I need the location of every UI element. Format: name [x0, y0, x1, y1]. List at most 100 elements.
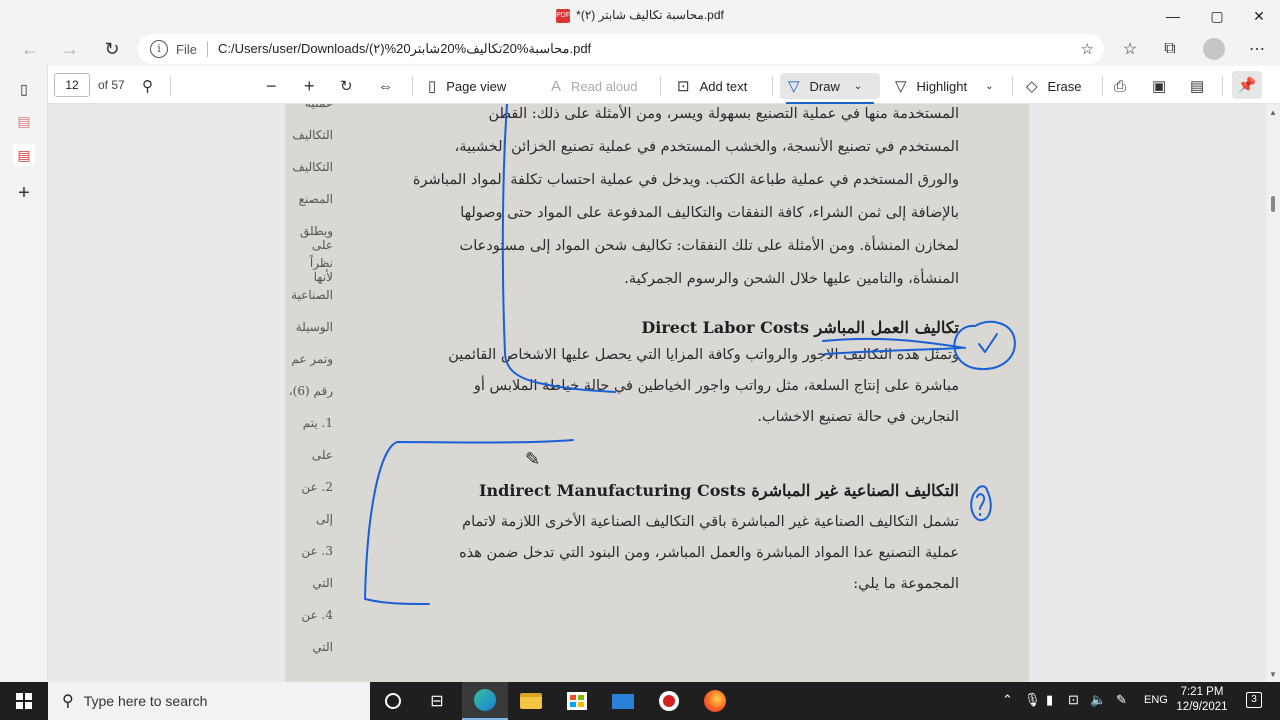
firefox-icon[interactable] [692, 682, 738, 720]
scroll-down-icon[interactable]: ▼ [1269, 670, 1277, 679]
title-bar: PDF *محاسبة تكاليف شابتر (٢).pdf — ▢ ✕ [0, 0, 1280, 32]
scroll-up-icon[interactable]: ▲ [1269, 108, 1277, 117]
new-tab-icon[interactable]: + [13, 182, 35, 204]
toolbar-divider [412, 76, 413, 96]
network-icon[interactable]: ⊡ [1068, 692, 1079, 708]
erase-label: Erase [1047, 78, 1082, 94]
clock[interactable]: 7:21 PM 12/9/2021 [1166, 685, 1238, 715]
close-button[interactable]: ✕ [1236, 0, 1280, 32]
minimize-button[interactable]: — [1150, 0, 1196, 32]
read-aloud-icon: A [551, 77, 562, 95]
pdf-file-icon: PDF [556, 8, 571, 23]
collections-icon[interactable]: ⧉ [1156, 36, 1184, 62]
highlight-label: Highlight [916, 78, 968, 94]
add-text-label: Add text [699, 78, 748, 94]
toolbar-divider [1222, 76, 1223, 96]
refresh-button[interactable]: ↻ [96, 35, 128, 63]
back-button[interactable]: ← [14, 35, 46, 63]
pdf-page: عمليةالتكاليفالتكاليفالمصنعويطلق علىنظرا… [285, 104, 1029, 682]
erase-button[interactable]: ◇ Erase [1026, 73, 1082, 99]
vertical-scrollbar[interactable]: ▲ ▼ [1266, 104, 1280, 682]
search-placeholder: Type here to search [83, 693, 208, 709]
page-number-input[interactable]: 12 [54, 73, 90, 97]
read-aloud-label: Read aloud [571, 78, 638, 94]
start-button[interactable] [0, 682, 48, 720]
more-options-icon[interactable]: ⋯ [1243, 36, 1271, 62]
active-pdf-tab-icon[interactable]: ▤ [13, 144, 35, 166]
toolbar-divider [170, 76, 171, 96]
forward-button[interactable]: → [54, 35, 86, 63]
page-view-button[interactable]: ▯ Page view [428, 73, 506, 99]
address-bar[interactable]: i File C:/Users/user/Downloads/(٢)%20محا… [138, 34, 1104, 64]
draw-button[interactable]: ▽ Draw ⌄ [780, 73, 880, 104]
pin-toolbar-icon[interactable]: 📌 [1232, 71, 1262, 99]
url-text[interactable]: C:/Users/user/Downloads/(٢)%20محاسبة%20ت… [218, 41, 591, 57]
favorites-icon[interactable]: ☆ [1116, 36, 1144, 62]
file-label: File [176, 41, 197, 57]
add-text-button[interactable]: ⊡ Add text [677, 73, 747, 99]
store-icon[interactable] [554, 682, 600, 720]
print-icon[interactable]: ⎙ [1114, 73, 1136, 99]
toolbar-divider [660, 76, 661, 96]
ink-underline-stroke [822, 337, 966, 349]
pdf-viewport[interactable]: عمليةالتكاليفالتكاليفالمصنعويطلق علىنظرا… [48, 104, 1266, 682]
cortana-icon[interactable] [370, 682, 416, 720]
window-title-text: *محاسبة تكاليف شابتر (٢).pdf [576, 8, 724, 22]
windows-logo-icon [16, 693, 32, 709]
toolbar-divider [1012, 76, 1013, 96]
volume-icon[interactable]: 🔈 [1090, 692, 1106, 708]
window-title: PDF *محاسبة تكاليف شابتر (٢).pdf [0, 8, 1280, 23]
toolbar-divider [772, 76, 773, 96]
toolbar-divider [1102, 76, 1103, 96]
info-icon[interactable]: i [150, 40, 168, 58]
file-explorer-icon[interactable] [508, 682, 554, 720]
task-view-icon[interactable]: ⊟ [414, 682, 460, 720]
location-icon[interactable]: ▮ [1046, 692, 1053, 708]
ink-annotations[interactable] [285, 104, 1029, 682]
ink-underline-stroke [824, 347, 962, 355]
ink-question-mark-stroke [976, 493, 986, 516]
ink-bracket-stroke [501, 104, 616, 393]
read-aloud-button[interactable]: A Read aloud [551, 73, 638, 99]
mail-icon[interactable] [600, 682, 646, 720]
scrollbar-thumb[interactable] [1271, 196, 1275, 212]
chevron-down-icon[interactable]: ⌄ [985, 81, 993, 92]
pen-cursor-icon: ✎ [525, 449, 541, 469]
notification-count: 3 [1246, 692, 1262, 708]
zoom-in-button[interactable]: + [304, 73, 325, 99]
profile-avatar[interactable] [1203, 38, 1225, 60]
save-as-icon[interactable]: ▤ [1190, 73, 1214, 99]
highlight-icon: ▽ [895, 78, 907, 95]
pen-workspace-icon[interactable]: ✎ [1116, 692, 1127, 708]
address-separator [206, 41, 208, 57]
rotate-icon[interactable]: ↻ [340, 73, 363, 99]
add-text-icon: ⊡ [677, 78, 690, 95]
add-favorite-icon[interactable]: ☆ [1081, 40, 1094, 58]
zoom-out-button[interactable]: − [266, 73, 287, 99]
fit-page-icon[interactable]: ⇔ [378, 73, 403, 99]
taskbar: ⚲ Type here to search ⊟ ⌃ 🎙 ▮ ⊡ 🔈 ✎ ENG … [0, 682, 1280, 720]
page-view-label: Page view [446, 78, 507, 94]
clock-date: 12/9/2021 [1176, 701, 1228, 713]
tab-actions-icon[interactable]: ▯ [13, 78, 35, 100]
pdf-tab-icon[interactable]: ▤ [13, 110, 35, 132]
find-icon[interactable]: ⚲ [142, 73, 163, 99]
ink-bracket-stroke [364, 439, 574, 605]
maximize-button[interactable]: ▢ [1194, 0, 1240, 32]
save-icon[interactable]: ▣ [1152, 73, 1176, 99]
notifications-icon[interactable]: 3 [1246, 690, 1262, 708]
taskbar-search[interactable]: ⚲ Type here to search [48, 682, 370, 720]
pdf-toolbar: 12 of 57 ⚲ − + ↻ ⇔ ▯ Page view A Read alou… [48, 66, 1280, 104]
recorder-icon[interactable] [646, 682, 692, 720]
chevron-down-icon[interactable]: ⌄ [854, 81, 862, 92]
microphone-icon[interactable]: 🎙 [1024, 692, 1041, 708]
address-bar-row: ← → ↻ i File C:/Users/user/Downloads/(٢)… [0, 32, 1280, 66]
ink-check-stroke [978, 333, 998, 353]
edge-app-icon[interactable] [462, 682, 508, 720]
page-count: of 57 [98, 78, 125, 92]
language-indicator[interactable]: ENG [1144, 694, 1168, 706]
show-hidden-icons[interactable]: ⌃ [1002, 692, 1013, 708]
highlight-button[interactable]: ▽ Highlight ⌄ [895, 73, 994, 99]
draw-pen-icon: ▽ [788, 78, 800, 95]
draw-label: Draw [809, 78, 840, 94]
